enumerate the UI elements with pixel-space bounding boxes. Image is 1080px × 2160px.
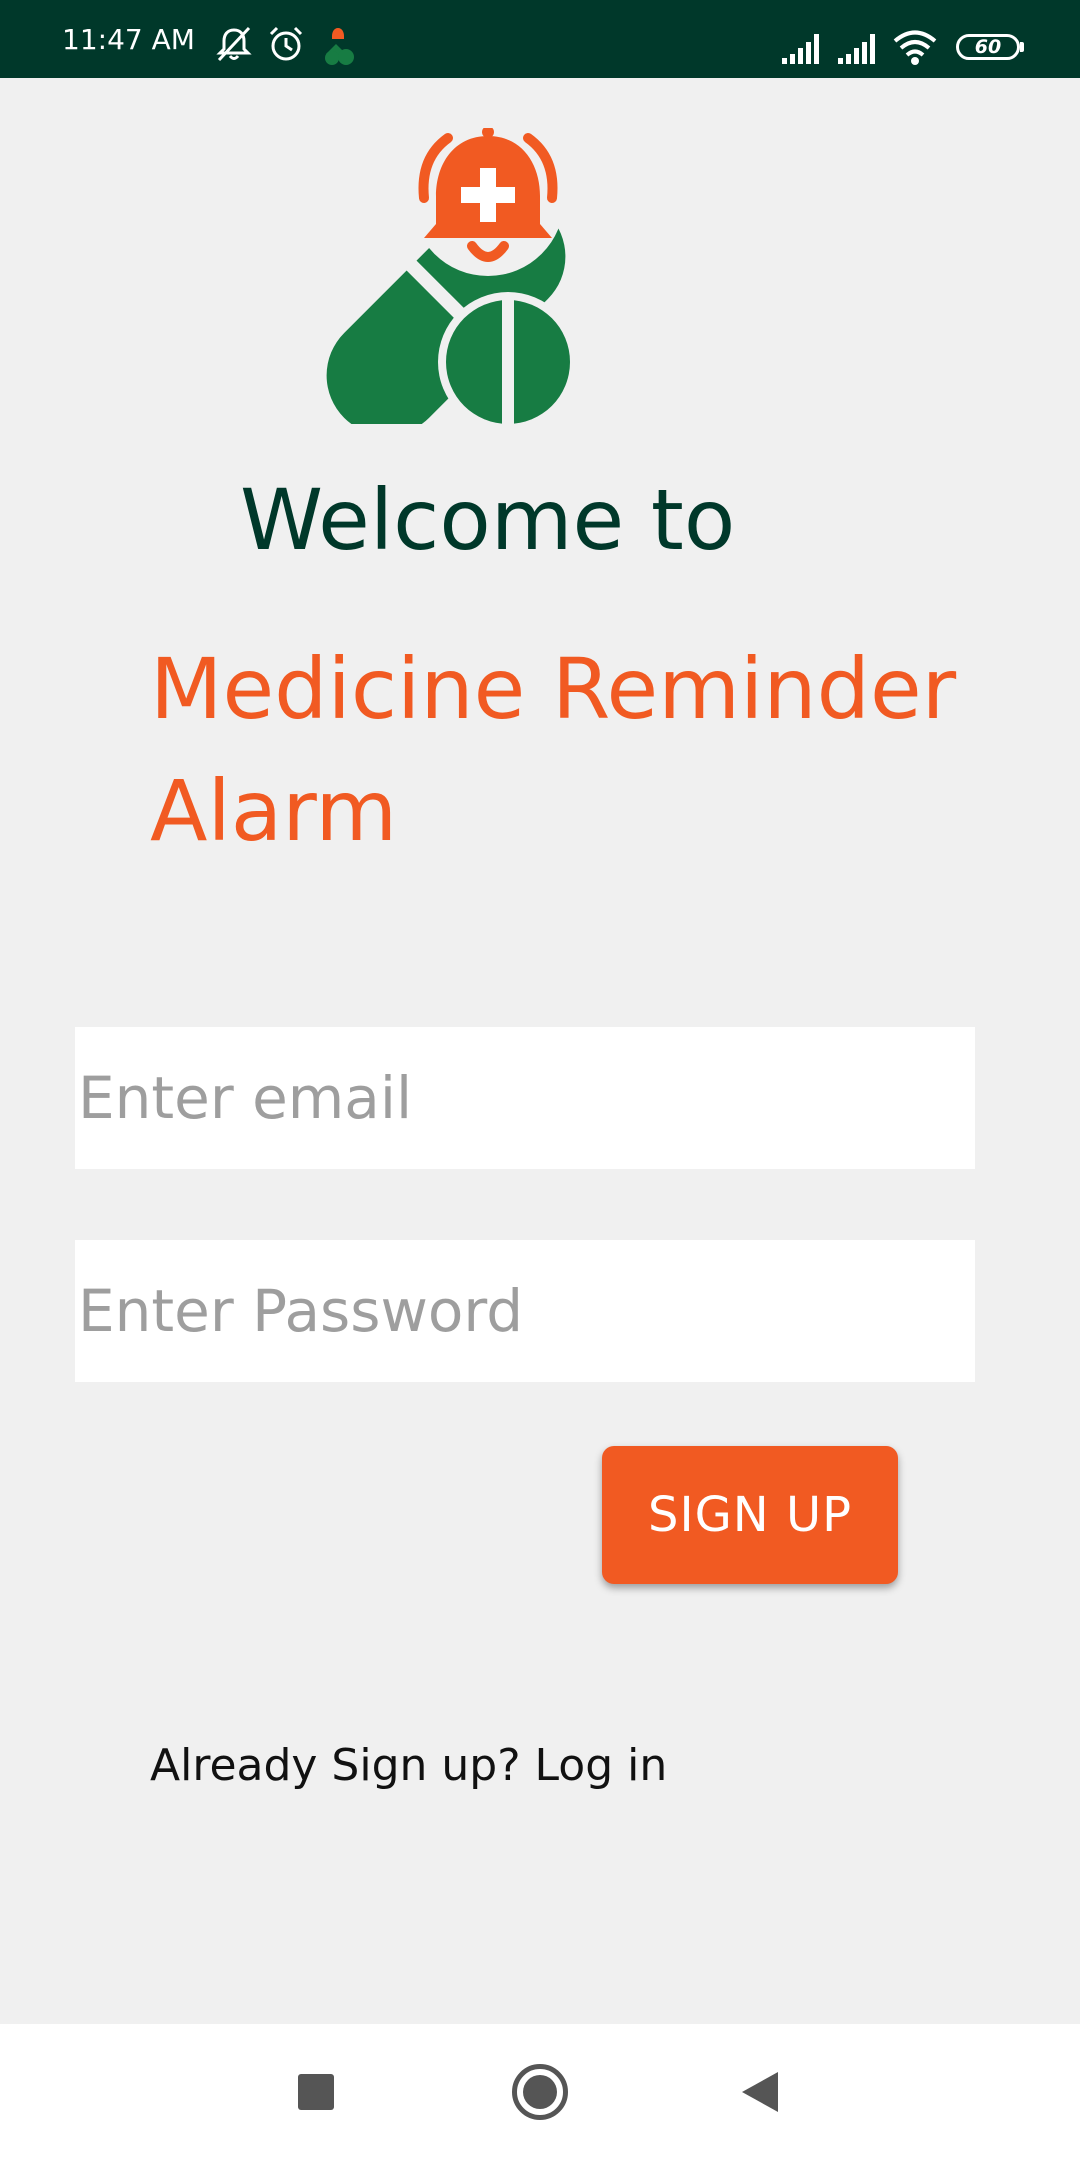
app-logo (326, 128, 578, 424)
back-button[interactable] (720, 2052, 800, 2132)
signal-icon (782, 34, 819, 64)
password-input[interactable] (75, 1240, 975, 1382)
app-notification-icon (325, 28, 354, 65)
status-time: 11:47 AM (62, 23, 195, 56)
battery-indicator: 60 (956, 34, 1020, 60)
wifi-icon (893, 30, 937, 65)
home-button[interactable] (500, 2052, 580, 2132)
signal-icon (838, 34, 875, 64)
recents-button[interactable] (276, 2052, 356, 2132)
status-bar: 11:47 AM 60 (0, 0, 1080, 78)
alarm-icon (269, 26, 303, 61)
welcome-heading: Welcome to (240, 471, 736, 569)
battery-tip (1020, 42, 1024, 52)
recents-icon (298, 2074, 334, 2110)
sign-up-button[interactable]: SIGN UP (602, 1446, 898, 1584)
back-icon (742, 2072, 778, 2112)
login-link[interactable]: Already Sign up? Log in (150, 1740, 667, 1792)
app-name-heading: Medicine Reminder Alarm (150, 640, 957, 860)
navigation-bar (0, 2024, 1080, 2160)
notifications-off-icon (216, 26, 252, 62)
email-input[interactable] (75, 1027, 975, 1169)
